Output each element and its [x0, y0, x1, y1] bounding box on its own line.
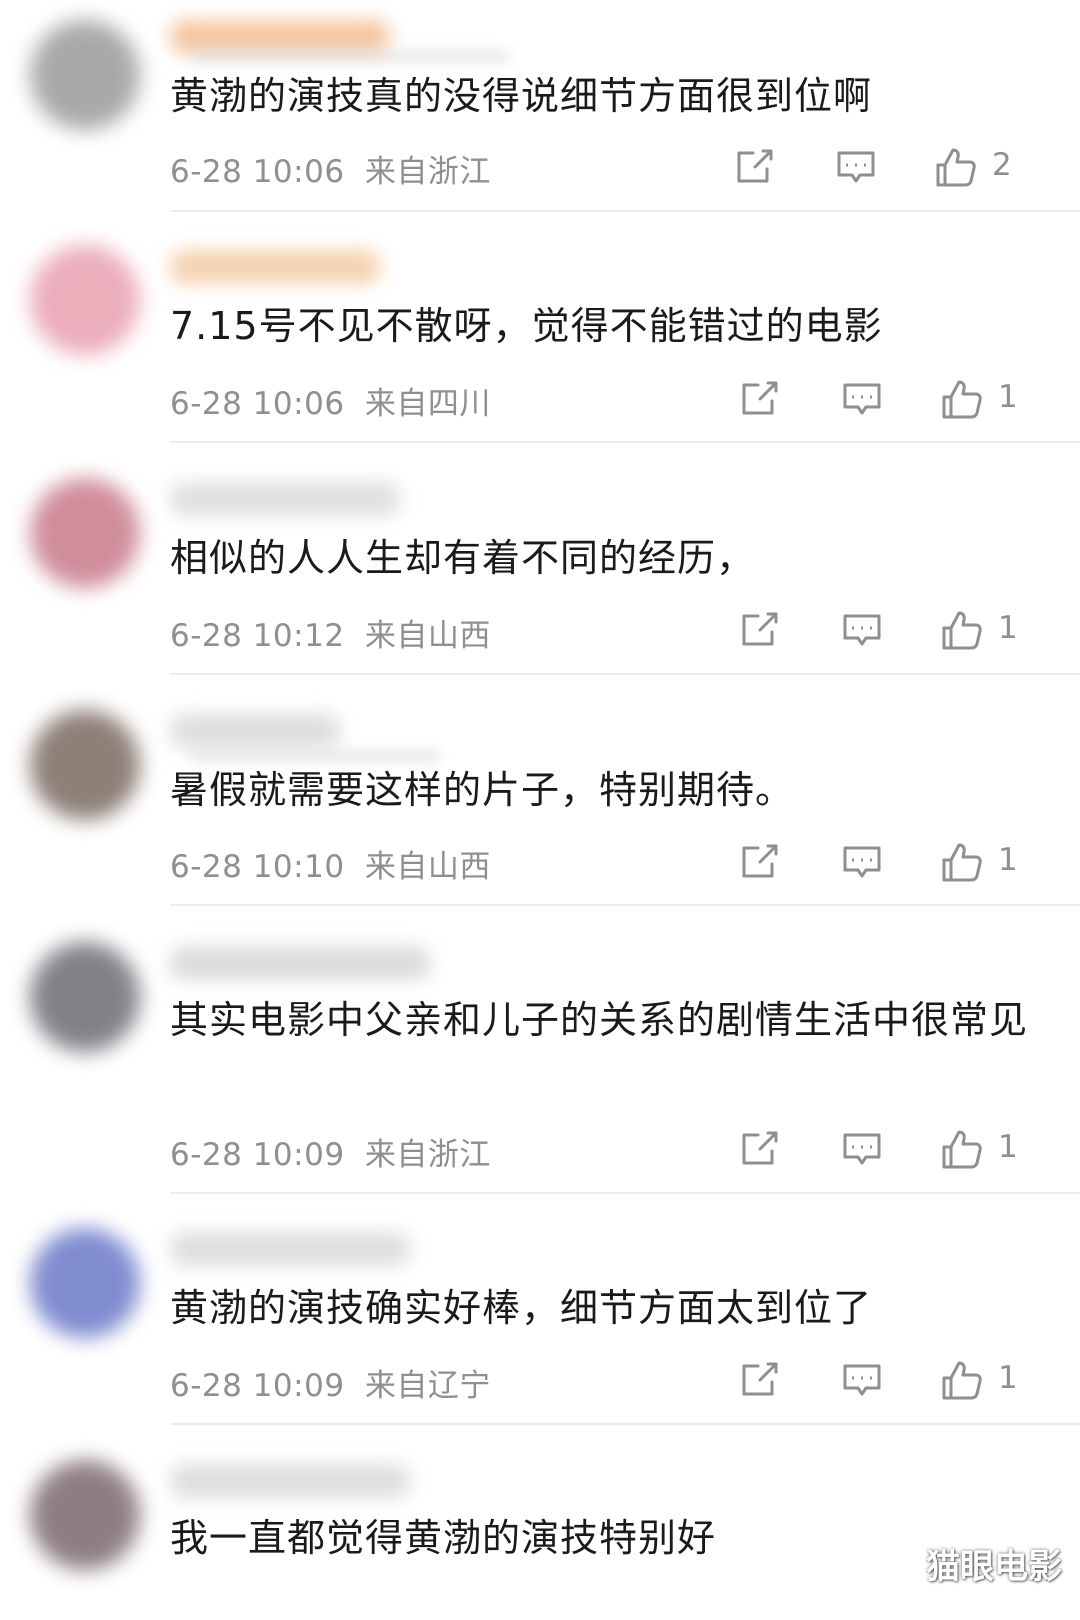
comment-meta: 6-28 10:06 来自浙江	[170, 146, 491, 191]
avatar[interactable]	[30, 245, 140, 355]
avatar[interactable]	[30, 20, 140, 130]
thumbs-up-icon[interactable]	[940, 608, 984, 652]
username-blurred[interactable]	[170, 714, 340, 748]
like-count: 2	[992, 147, 1012, 183]
blurred-subline	[190, 50, 510, 62]
thumbs-up-icon[interactable]	[934, 145, 978, 189]
divider	[170, 441, 1080, 443]
share-icon[interactable]	[738, 377, 782, 421]
comment-icon[interactable]	[840, 840, 884, 884]
comment-location: 来自浙江	[364, 154, 491, 190]
divider	[170, 904, 1080, 906]
like-count: 1	[998, 1360, 1018, 1396]
share-icon[interactable]	[738, 1358, 782, 1402]
watermark: 猫眼电影	[926, 1547, 1062, 1587]
username-blurred[interactable]	[170, 1464, 410, 1498]
comment-icon[interactable]	[834, 145, 878, 189]
username-blurred[interactable]	[170, 20, 390, 54]
comment-time: 6-28 10:06	[170, 154, 345, 190]
comment-icon[interactable]	[840, 608, 884, 652]
avatar[interactable]	[30, 1460, 140, 1570]
share-icon[interactable]	[738, 608, 782, 652]
comment-icon[interactable]	[840, 1358, 884, 1402]
comment-meta: 6-28 10:12 来自山西	[170, 610, 491, 655]
username-blurred[interactable]	[170, 946, 430, 980]
username-blurred[interactable]	[170, 1232, 410, 1266]
thumbs-up-icon[interactable]	[940, 377, 984, 421]
like-count: 1	[998, 379, 1018, 415]
comment-time: 6-28 10:09	[170, 1137, 345, 1173]
comment-icon[interactable]	[840, 1127, 884, 1171]
comment-meta: 6-28 10:09 来自浙江	[170, 1129, 491, 1174]
share-icon[interactable]	[738, 840, 782, 884]
comment-text: 其实电影中父亲和儿子的关系的剧情生活中很常见	[170, 998, 1029, 1042]
thumbs-up-icon[interactable]	[940, 1127, 984, 1171]
comment-location: 来自四川	[364, 386, 491, 422]
comment-icon[interactable]	[840, 377, 884, 421]
username-blurred[interactable]	[170, 250, 380, 284]
share-icon[interactable]	[733, 145, 777, 189]
thumbs-up-icon[interactable]	[940, 840, 984, 884]
divider	[170, 673, 1080, 675]
like-count: 1	[998, 842, 1018, 878]
comment-time: 6-28 10:10	[170, 849, 345, 885]
comment-location: 来自辽宁	[364, 1368, 491, 1404]
comment-time: 6-28 10:06	[170, 386, 345, 422]
comment-meta: 6-28 10:09 来自辽宁	[170, 1360, 491, 1405]
comment-text: 相似的人人生却有着不同的经历，	[170, 536, 756, 580]
divider	[170, 210, 1080, 212]
divider	[170, 1423, 1080, 1425]
comment-location: 来自山西	[364, 849, 491, 885]
comment-text: 7.15号不见不散呀，觉得不能错过的电影	[170, 304, 883, 348]
like-count: 1	[998, 610, 1018, 646]
comment-text: 黄渤的演技确实好棒，细节方面太到位了	[170, 1286, 873, 1330]
username-blurred[interactable]	[170, 482, 400, 516]
comment-meta: 6-28 10:10 来自山西	[170, 841, 491, 886]
avatar[interactable]	[30, 478, 140, 588]
comment-text: 黄渤的演技真的没得说细节方面很到位啊	[170, 74, 873, 118]
comment-location: 来自山西	[364, 618, 491, 654]
share-icon[interactable]	[738, 1127, 782, 1171]
avatar[interactable]	[30, 710, 140, 820]
like-count: 1	[998, 1129, 1018, 1165]
avatar[interactable]	[30, 1228, 140, 1338]
avatar[interactable]	[30, 942, 140, 1052]
comment-location: 来自浙江	[364, 1137, 491, 1173]
comment-text: 我一直都觉得黄渤的演技特别好	[170, 1516, 717, 1560]
comment-text: 暑假就需要这样的片子，特别期待。	[170, 768, 795, 812]
thumbs-up-icon[interactable]	[940, 1358, 984, 1402]
comment-meta: 6-28 10:06 来自四川	[170, 378, 491, 423]
comment-time: 6-28 10:12	[170, 618, 345, 654]
divider	[170, 1192, 1080, 1194]
comment-time: 6-28 10:09	[170, 1368, 345, 1404]
